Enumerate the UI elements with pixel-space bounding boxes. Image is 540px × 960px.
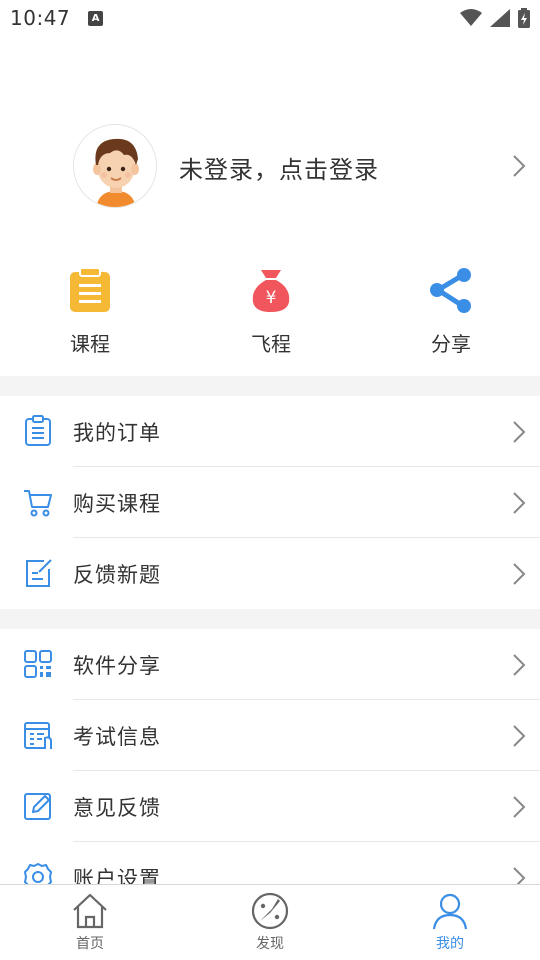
menu-item-my-orders[interactable]: 我的订单 xyxy=(0,396,540,467)
tab-label: 首页 xyxy=(76,936,104,952)
notification-icon: A xyxy=(88,10,104,26)
menu-item-label: 考试信息 xyxy=(73,725,161,749)
chevron-right-icon xyxy=(513,155,526,177)
calendar-list-icon xyxy=(24,722,52,749)
battery-icon xyxy=(518,8,530,28)
compass-icon xyxy=(251,892,289,930)
chevron-right-icon xyxy=(513,563,526,585)
pencil-edit-icon xyxy=(24,793,51,820)
tab-mine[interactable]: 我的 xyxy=(400,891,500,953)
home-icon xyxy=(73,893,107,929)
quick-action-course[interactable]: 课程 xyxy=(40,262,140,357)
status-time: 10:47 xyxy=(10,6,71,30)
chevron-right-icon xyxy=(513,654,526,676)
boy-avatar-icon xyxy=(74,125,156,207)
money-bag-icon: ¥ xyxy=(252,270,290,312)
chevron-right-icon xyxy=(513,492,526,514)
menu-item-buy-course[interactable]: 购买课程 xyxy=(0,467,540,538)
tab-home[interactable]: 首页 xyxy=(40,891,140,953)
menu-item-label: 我的订单 xyxy=(73,421,161,445)
quick-action-label: 课程 xyxy=(70,332,110,356)
menu-item-label: 软件分享 xyxy=(73,654,161,678)
menu-item-feedback-question[interactable]: 反馈新题 xyxy=(0,538,540,609)
tab-discover[interactable]: 发现 xyxy=(220,891,320,953)
chevron-right-icon xyxy=(513,725,526,747)
login-row[interactable]: 未登录，点击登录 xyxy=(0,120,540,216)
menu-group-2: 软件分享 考试信息 意见反馈 账户设置 xyxy=(0,629,540,913)
share-icon xyxy=(430,268,471,313)
order-list-icon xyxy=(25,415,51,446)
menu-item-exam-info[interactable]: 考试信息 xyxy=(0,700,540,771)
tab-label: 发现 xyxy=(256,936,284,952)
status-bar: 10:47 A xyxy=(0,0,540,36)
quick-action-share[interactable]: 分享 xyxy=(401,262,501,357)
quick-actions: 课程 ¥ 飞程 分享 xyxy=(0,262,540,362)
status-indicators xyxy=(460,8,530,28)
quick-action-label: 分享 xyxy=(431,332,471,356)
menu-item-label: 意见反馈 xyxy=(73,796,161,820)
qr-code-icon xyxy=(24,650,52,678)
svg-text:¥: ¥ xyxy=(266,288,277,308)
login-prompt[interactable]: 未登录，点击登录 xyxy=(179,150,379,185)
bottom-tab-bar: 首页 发现 我的 xyxy=(0,884,540,960)
chevron-right-icon xyxy=(513,796,526,818)
quick-action-feicheng[interactable]: ¥ 飞程 xyxy=(221,262,321,357)
section-divider xyxy=(0,609,540,629)
menu-group-1: 我的订单 购买课程 反馈新题 xyxy=(0,396,540,609)
user-icon xyxy=(432,893,468,930)
menu-item-label: 反馈新题 xyxy=(73,563,161,587)
quick-action-label: 飞程 xyxy=(251,332,291,356)
tab-label: 我的 xyxy=(436,936,464,952)
menu-item-software-share[interactable]: 软件分享 xyxy=(0,629,540,700)
menu-item-label: 购买课程 xyxy=(73,492,161,516)
chevron-right-icon xyxy=(513,421,526,443)
edit-note-icon xyxy=(26,559,52,587)
menu-item-opinion-feedback[interactable]: 意见反馈 xyxy=(0,771,540,842)
clipboard-icon xyxy=(70,267,110,312)
signal-icon xyxy=(490,9,510,27)
shopping-cart-icon xyxy=(24,490,52,517)
section-divider xyxy=(0,376,540,396)
wifi-icon xyxy=(460,9,482,26)
avatar[interactable] xyxy=(73,124,157,208)
